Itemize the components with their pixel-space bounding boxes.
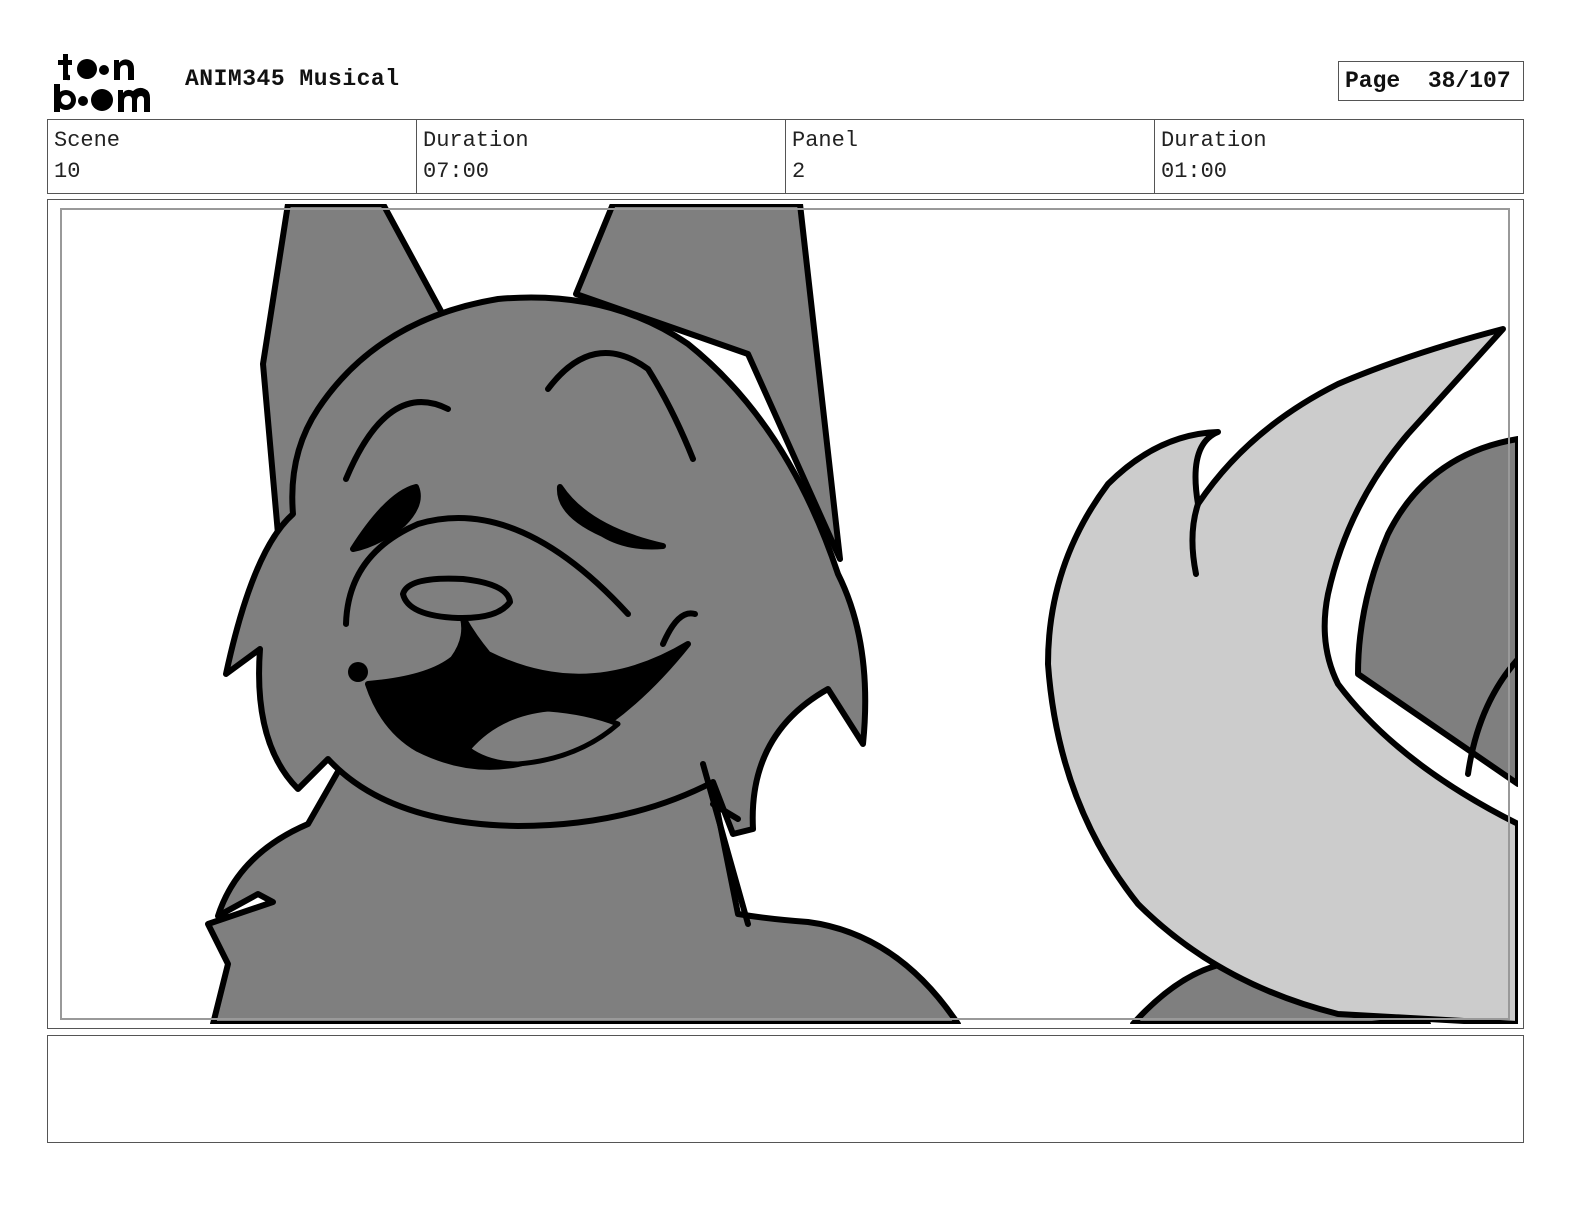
scene-duration-value: 07:00 (423, 159, 490, 184)
safe-frame (60, 208, 1510, 1020)
scene-cell: Scene 10 (48, 120, 417, 193)
scene-duration-label: Duration (423, 128, 529, 153)
panel-duration-label: Duration (1161, 128, 1267, 153)
page-indicator: Page 38/107 (1338, 61, 1524, 101)
panel-label: Panel (792, 128, 859, 153)
panel-cell: Panel 2 (786, 120, 1155, 193)
project-title: ANIM345 Musical (185, 66, 400, 92)
panel-notes (47, 1035, 1524, 1143)
panel-value: 2 (792, 159, 806, 184)
storyboard-panel (47, 199, 1524, 1029)
toon-boom-logo (54, 54, 150, 112)
panel-duration-value: 01:00 (1161, 159, 1228, 184)
panel-duration-cell: Duration 01:00 (1155, 120, 1523, 193)
scene-value: 10 (54, 159, 81, 184)
scene-info-table: Scene 10 Duration 07:00 Panel 2 Duration… (47, 119, 1524, 194)
scene-label: Scene (54, 128, 121, 153)
scene-duration-cell: Duration 07:00 (417, 120, 786, 193)
